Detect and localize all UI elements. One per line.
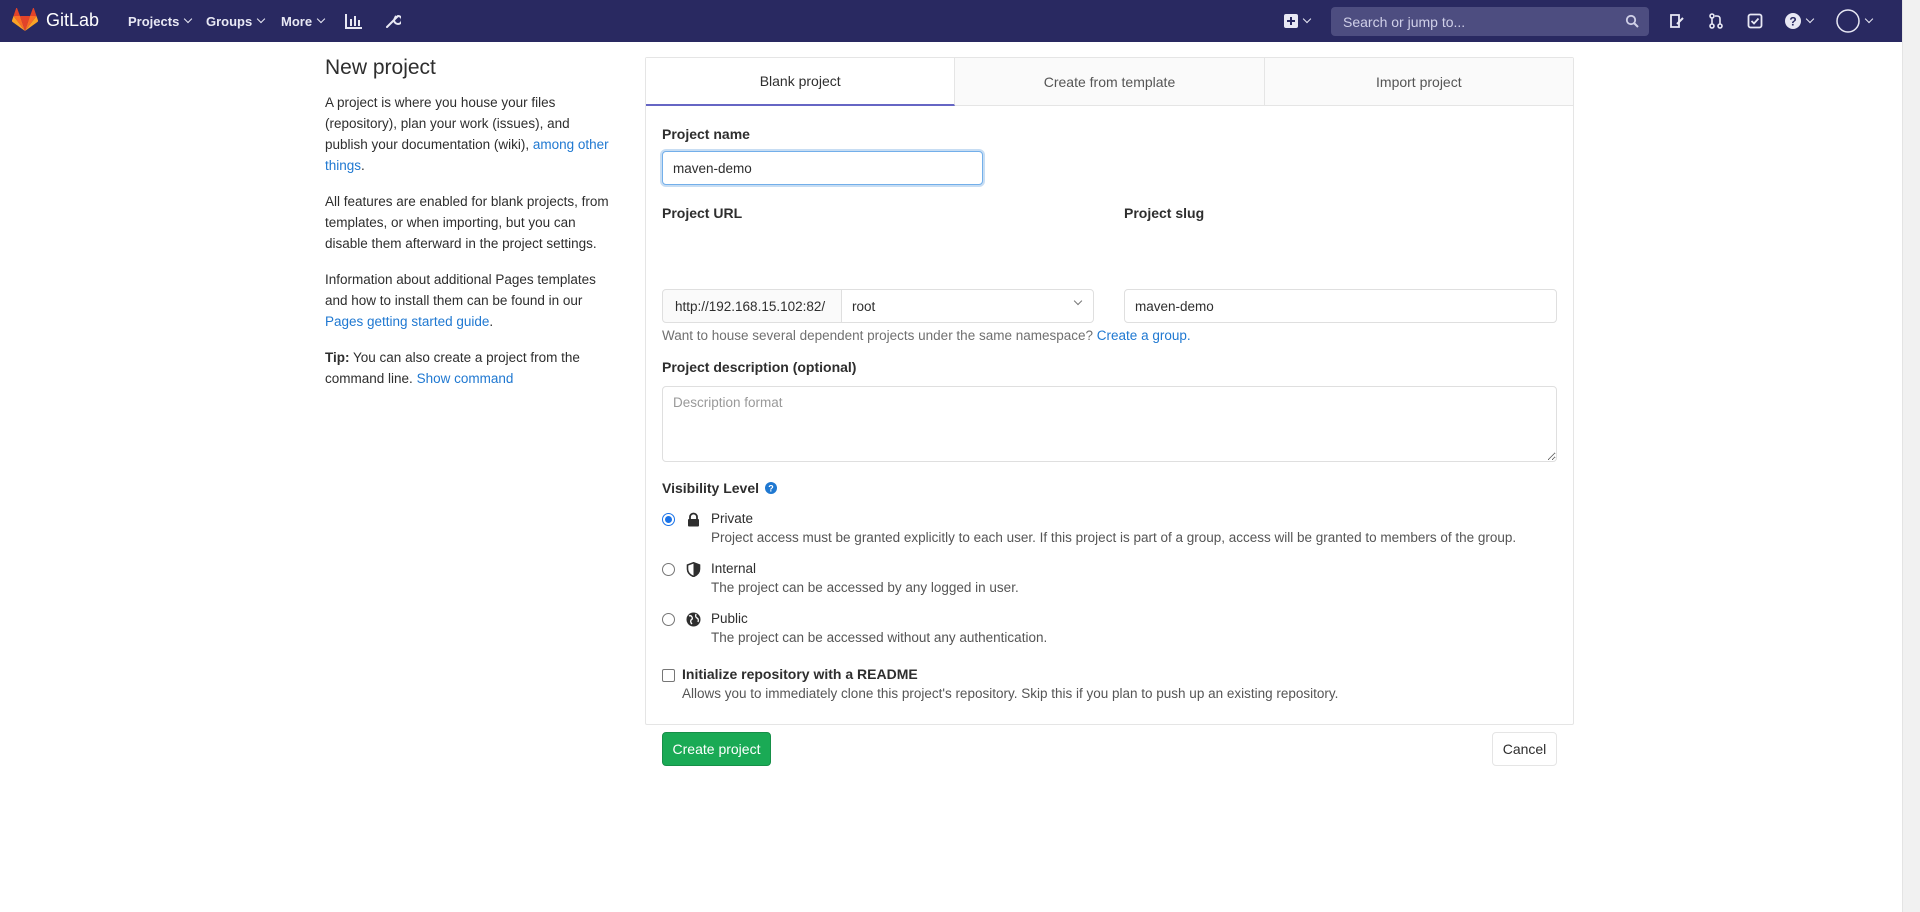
user-avatar-icon <box>1836 9 1860 33</box>
pages-end: . <box>489 314 494 329</box>
namespace-help: Want to house several dependent projects… <box>662 328 1094 343</box>
create-project-button[interactable]: Create project <box>662 732 771 766</box>
chevron-down-icon <box>316 14 326 24</box>
brand-name: GitLab <box>46 9 100 30</box>
new-project-panel: Blank project Create from template Impor… <box>645 57 1574 766</box>
more-dropdown[interactable]: More <box>281 0 326 42</box>
features-paragraph: All features are enabled for blank proje… <box>325 194 609 251</box>
create-group-link[interactable]: Create a group. <box>1097 328 1191 343</box>
merge-requests-icon[interactable] <box>1704 9 1728 33</box>
search-input[interactable] <box>1341 12 1621 31</box>
search-box[interactable] <box>1331 7 1649 36</box>
tab-create-from-template[interactable]: Create from template <box>955 58 1265 105</box>
chevron-down-icon <box>1073 296 1083 306</box>
visibility-private-title: Private <box>711 511 754 526</box>
visibility-internal-title: Internal <box>711 561 757 576</box>
project-slug-input[interactable] <box>1124 289 1557 323</box>
search-icon <box>1625 14 1639 28</box>
todo-issues-icon[interactable] <box>1665 9 1689 33</box>
groups-dropdown[interactable]: Groups <box>206 0 266 42</box>
help-dropdown[interactable]: ? <box>1782 9 1816 33</box>
page-scrollbar[interactable] <box>1902 0 1920 912</box>
chevron-down-icon <box>1805 14 1815 24</box>
visibility-internal-radio[interactable] <box>662 563 675 576</box>
help-icon[interactable]: ? <box>765 482 778 494</box>
intro-paragraph: A project is where you house your files … <box>325 92 615 176</box>
activity-chart-icon[interactable] <box>342 9 366 33</box>
description-textarea[interactable] <box>662 386 1557 462</box>
chevron-down-icon <box>184 14 193 24</box>
admin-wrench-icon[interactable] <box>381 9 405 33</box>
initialize-readme-desc: Allows you to immediately clone this pro… <box>682 686 1339 701</box>
cancel-button[interactable]: Cancel <box>1492 732 1557 766</box>
globe-icon <box>686 612 701 627</box>
pages-guide-link[interactable]: Pages getting started guide <box>325 314 489 329</box>
description-label: Project description (optional) <box>662 359 857 375</box>
new-project-intro: New project A project is where you house… <box>325 56 615 404</box>
project-type-tabs: Blank project Create from template Impor… <box>646 58 1573 106</box>
tab-blank-project[interactable]: Blank project <box>646 58 956 106</box>
visibility-private-desc: Project access must be granted explicitl… <box>711 530 1517 545</box>
projects-label: Projects <box>128 13 180 29</box>
namespace-value: root <box>852 298 876 314</box>
namespace-help-text: Want to house several dependent projects… <box>662 328 1191 343</box>
chevron-down-icon <box>1864 14 1874 24</box>
top-navbar: GitLab Projects Groups More ? <box>0 0 1902 42</box>
page-title: New project <box>325 56 436 79</box>
visibility-private-radio[interactable] <box>662 513 675 526</box>
tab-import-project[interactable]: Import project <box>1265 58 1573 105</box>
visibility-internal-desc: The project can be accessed by any logge… <box>711 580 1019 595</box>
user-avatar-dropdown[interactable] <box>1834 9 1874 33</box>
project-url-prefix: http://192.168.15.102:82/ <box>662 289 842 323</box>
projects-dropdown[interactable]: Projects <box>128 0 193 42</box>
pages-paragraph: Information about additional Pages templ… <box>325 269 615 332</box>
svg-text:?: ? <box>768 484 774 494</box>
tip-label: Tip: <box>325 350 350 365</box>
intro-end: . <box>361 158 365 173</box>
project-name-input[interactable] <box>662 151 983 185</box>
project-url-label: Project URL <box>662 205 743 221</box>
chevron-down-icon <box>256 14 266 24</box>
project-name-label: Project name <box>662 126 750 142</box>
initialize-readme-checkbox[interactable] <box>662 669 675 682</box>
more-label: More <box>281 13 313 29</box>
todos-check-icon[interactable] <box>1743 9 1767 33</box>
namespace-select[interactable]: root <box>841 289 1094 323</box>
lock-icon <box>688 512 699 527</box>
groups-label: Groups <box>206 13 253 29</box>
plus-square-icon <box>1284 14 1298 28</box>
chevron-down-icon <box>1302 14 1312 24</box>
visibility-public-radio[interactable] <box>662 613 675 626</box>
help-icon: ? <box>1785 13 1801 29</box>
visibility-level-label: Visibility Level <box>662 480 760 496</box>
gitlab-logo-icon <box>12 8 38 31</box>
gitlab-home-link[interactable]: GitLab <box>12 8 99 32</box>
visibility-level-label-row: Visibility Level ? <box>662 480 778 496</box>
initialize-readme-label: Initialize repository with a README <box>682 666 918 682</box>
visibility-public-desc: The project can be accessed without any … <box>711 630 1048 645</box>
visibility-public-title: Public <box>711 611 748 626</box>
tip-paragraph: Tip: You can also create a project from … <box>325 347 615 389</box>
svg-text:?: ? <box>1789 15 1796 29</box>
pages-text: Information about additional Pages templ… <box>325 272 596 308</box>
show-command-link[interactable]: Show command <box>417 371 514 386</box>
project-slug-label: Project slug <box>1124 205 1205 221</box>
new-plus-dropdown[interactable] <box>1280 9 1314 33</box>
shield-icon <box>686 562 701 577</box>
